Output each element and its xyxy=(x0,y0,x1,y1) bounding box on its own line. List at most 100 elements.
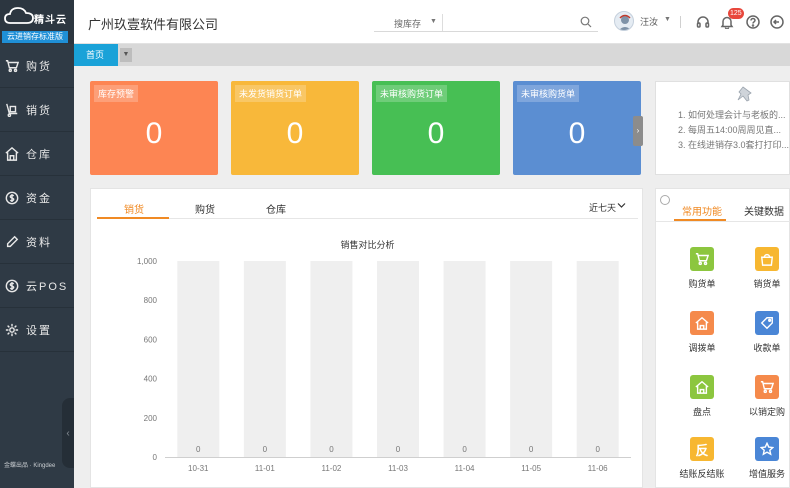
pin-icon xyxy=(737,86,752,102)
settings-icon[interactable] xyxy=(660,195,670,205)
x-tick-label: 11-04 xyxy=(455,464,475,473)
search-icon[interactable] xyxy=(580,16,592,28)
tab-home[interactable]: 首页 xyxy=(74,44,118,66)
shortcut-closing[interactable]: 反 结账反结账 xyxy=(677,437,727,480)
company-name: 广州玖壹软件有限公司 xyxy=(88,17,219,32)
sidebar-item-label: 仓库 xyxy=(26,148,52,161)
sidebar: 精斗云 云进销存标准版 购货 销货 仓库 资金 资料 云POS 设置 ‹ 金蝶出… xyxy=(0,0,74,488)
sales-analysis-panel: 销货 购货 仓库 近七天 销售对比分析 1,000 800 600 400 200 0 0 1… xyxy=(90,188,643,488)
tab-sales[interactable]: 销货 xyxy=(124,201,144,216)
cart-icon xyxy=(690,247,714,271)
sidebar-nav: 购货 销货 仓库 资金 资料 云POS 设置 xyxy=(0,44,74,352)
shortcut-label: 收款单 xyxy=(753,343,781,353)
search-bar: 搜库存 ▼ xyxy=(374,14,598,32)
card-unshipped-sales-orders[interactable]: 未发货销货订单 0 xyxy=(231,81,359,175)
search-scope-select[interactable]: 搜库存 xyxy=(394,17,421,30)
house-icon xyxy=(690,311,714,335)
tab-key-data[interactable]: 关键数据 xyxy=(744,203,784,218)
notice-item[interactable]: 1. 如何处理会计与老板的... xyxy=(678,108,789,123)
notice-item[interactable]: 2. 每周五14:00周周见直... xyxy=(678,123,789,138)
money-icon xyxy=(4,190,20,206)
card-value: 0 xyxy=(145,117,163,150)
reverse-glyph: 反 xyxy=(695,442,709,458)
tab-dropdown-button[interactable]: ▼ xyxy=(120,48,132,62)
brand-edition: 云进销存标准版 xyxy=(2,31,68,43)
card-stock-warning[interactable]: 库存预警 0 xyxy=(90,81,218,175)
shortcut-purchase-bill[interactable]: 购货单 xyxy=(677,247,727,290)
card-unreviewed-purchase-orders[interactable]: 未审核购货订单 0 xyxy=(372,81,500,175)
chevron-down-icon[interactable] xyxy=(617,202,626,209)
brand-name: 精斗云 xyxy=(34,15,67,26)
search-input[interactable] xyxy=(442,14,572,31)
cloud-logo-icon xyxy=(4,7,34,24)
house-icon xyxy=(690,375,714,399)
help-icon[interactable] xyxy=(746,15,760,29)
bar-value-label: 0 xyxy=(196,445,201,454)
tab-warehouse[interactable]: 仓库 xyxy=(266,201,286,216)
date-range-select[interactable]: 近七天 xyxy=(589,201,616,214)
shortcut-sales-bill[interactable]: 销货单 xyxy=(742,247,790,290)
shortcut-transfer-bill[interactable]: 调拨单 xyxy=(677,311,727,354)
tab-purchase[interactable]: 购货 xyxy=(195,201,215,216)
shortcut-label: 盘点 xyxy=(692,407,711,417)
cloud-pos-icon xyxy=(4,278,20,294)
shortcut-label: 购货单 xyxy=(688,279,716,289)
bar-background xyxy=(177,261,220,457)
cart-icon xyxy=(4,58,20,74)
y-tick-label: 600 xyxy=(144,335,158,344)
bar-background xyxy=(576,261,619,457)
notification-badge: 125 xyxy=(728,8,744,19)
caret-down-icon[interactable]: ▼ xyxy=(430,18,437,25)
sidebar-item-sales[interactable]: 销货 xyxy=(0,88,74,132)
card-unreviewed-purchase-bills[interactable]: 未审核购货单 0 xyxy=(513,81,641,175)
bar-background xyxy=(510,261,553,457)
divider xyxy=(680,16,681,28)
top-header: 广州玖壹软件有限公司 搜库存 ▼ 汪汝 ▼ 125 xyxy=(74,0,790,44)
handtruck-icon xyxy=(4,102,20,118)
logo[interactable]: 精斗云 云进销存标准版 xyxy=(0,0,74,44)
active-tab-indicator xyxy=(97,217,169,219)
card-value: 0 xyxy=(286,117,304,150)
shortcut-value-added-services[interactable]: 增值服务 xyxy=(742,437,790,480)
sidebar-item-label: 设置 xyxy=(26,324,52,337)
pen-icon xyxy=(4,234,20,250)
sidebar-item-data[interactable]: 资料 xyxy=(0,220,74,264)
y-tick-label: 0 xyxy=(153,453,158,462)
carousel-next-button[interactable]: › xyxy=(633,116,643,146)
sidebar-item-warehouse[interactable]: 仓库 xyxy=(0,132,74,176)
avatar[interactable] xyxy=(614,11,634,31)
shortcut-stocktake[interactable]: 盘点 xyxy=(677,375,727,418)
notice-item[interactable]: 3. 在线进销存3.0套打打印... xyxy=(678,138,789,153)
divider xyxy=(656,221,790,222)
shortcut-receipt-bill[interactable]: 收款单 xyxy=(742,311,790,354)
tag-icon xyxy=(755,311,779,335)
tab-common-functions[interactable]: 常用功能 xyxy=(682,203,722,218)
card-value: 0 xyxy=(568,117,586,150)
x-tick-label: 11-01 xyxy=(255,464,275,473)
logout-icon[interactable] xyxy=(770,15,784,29)
shortcut-label: 以销定购 xyxy=(748,407,785,417)
sidebar-item-cloud-pos[interactable]: 云POS xyxy=(0,264,74,308)
bag-icon xyxy=(755,247,779,271)
page-tabbar: 首页 ▼ xyxy=(74,44,790,66)
sidebar-item-funds[interactable]: 资金 xyxy=(0,176,74,220)
y-tick-label: 400 xyxy=(144,375,158,384)
bar-value-label: 0 xyxy=(529,445,534,454)
bar-value-label: 0 xyxy=(329,445,334,454)
caret-down-icon[interactable]: ▼ xyxy=(664,16,671,23)
shortcut-purchase-by-sales[interactable]: 以销定购 xyxy=(742,375,790,418)
headset-icon[interactable] xyxy=(696,15,710,29)
shortcut-label: 销货单 xyxy=(753,279,781,289)
sidebar-item-settings[interactable]: 设置 xyxy=(0,308,74,352)
x-tick-label: 11-06 xyxy=(588,464,608,473)
bar-background xyxy=(443,261,486,457)
x-tick-label: 11-05 xyxy=(521,464,541,473)
sidebar-item-purchase[interactable]: 购货 xyxy=(0,44,74,88)
sidebar-item-label: 资料 xyxy=(26,236,52,249)
user-avatar-icon xyxy=(618,14,632,30)
sidebar-collapse-button[interactable]: ‹ xyxy=(62,398,74,468)
x-tick-label: 11-02 xyxy=(321,464,341,473)
card-title: 未发货销货订单 xyxy=(235,85,307,102)
y-tick-label: 1,000 xyxy=(137,257,158,266)
user-name[interactable]: 汪汝 xyxy=(640,15,658,28)
